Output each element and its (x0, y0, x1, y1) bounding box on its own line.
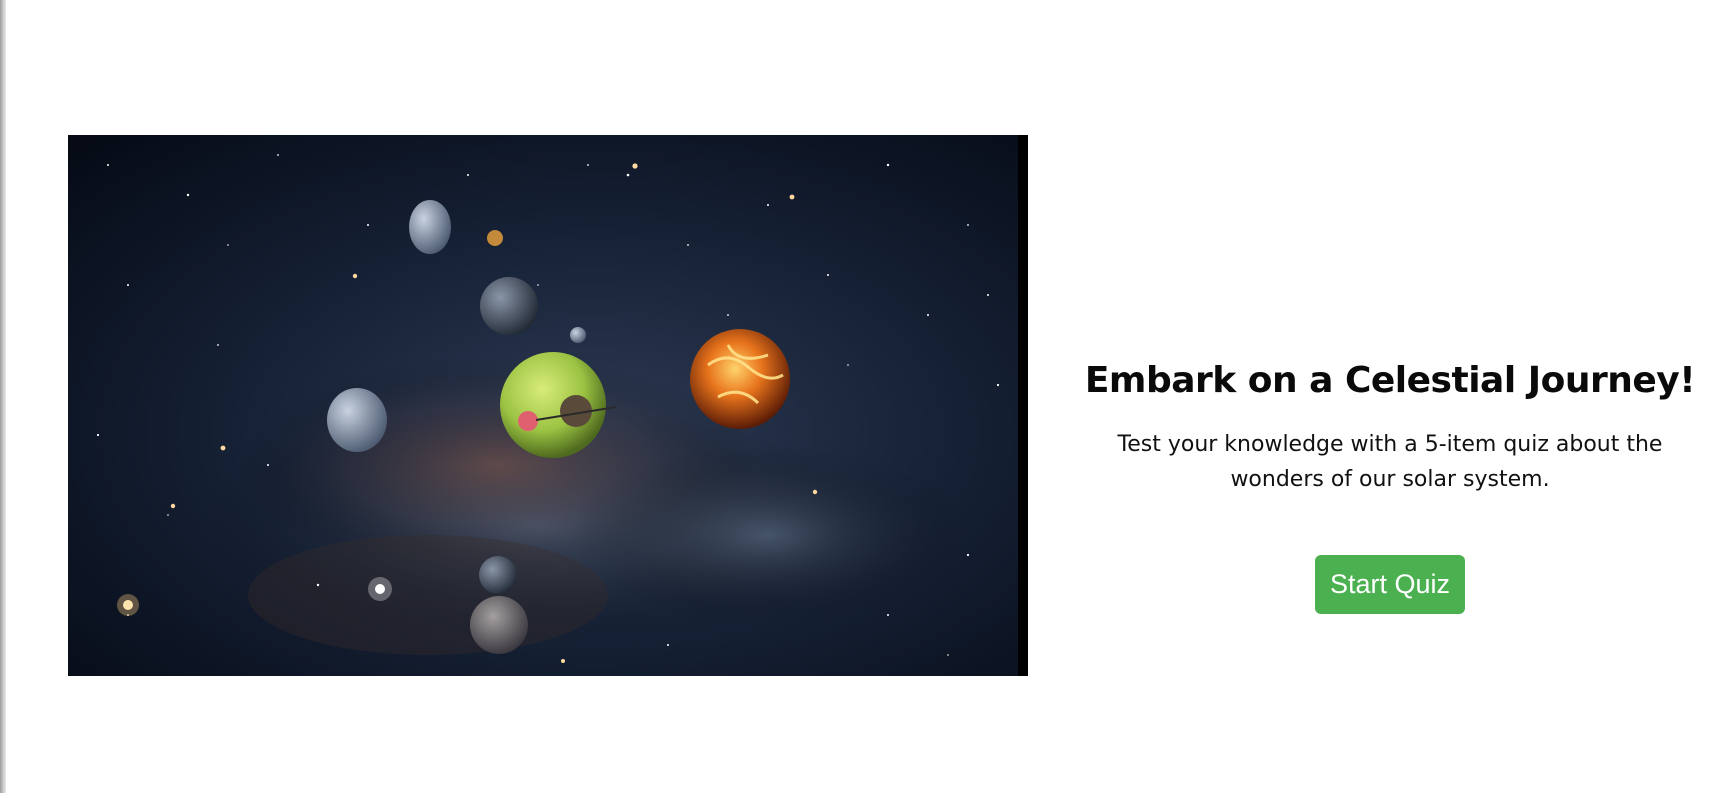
quiz-description: Test your knowledge with a 5-item quiz a… (1117, 432, 1663, 492)
window-left-edge (0, 0, 6, 793)
quiz-intro: Embark on a Celestial Journey! Test your… (1080, 360, 1700, 614)
start-quiz-button[interactable]: Start Quiz (1314, 555, 1466, 614)
quiz-landing-page: Embark on a Celestial Journey! Test your… (0, 0, 1711, 793)
page-title: Embark on a Celestial Journey! (1084, 360, 1696, 401)
solar-system-video[interactable] (68, 135, 1028, 676)
solar-system-illustration (68, 135, 1028, 676)
